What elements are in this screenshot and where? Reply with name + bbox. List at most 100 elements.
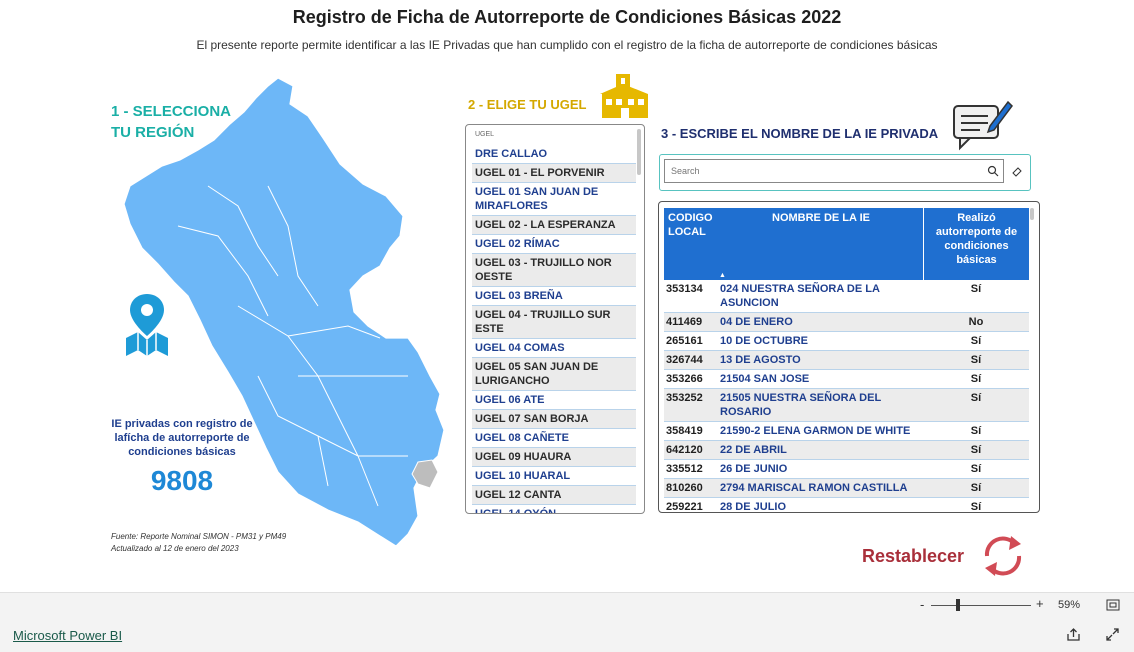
zoom-slider-track[interactable] xyxy=(931,605,1031,606)
slicer-item[interactable]: UGEL 03 BREÑA xyxy=(472,287,636,306)
reset-icon[interactable] xyxy=(977,530,1029,582)
map-pin-icon xyxy=(126,294,168,356)
source-line: Fuente: Reporte Nominal SIMON - PM31 y P… xyxy=(111,532,287,541)
cell-name: 024 NUESTRA SEÑORA DE LA ASUNCION xyxy=(720,283,880,309)
cell-done: Sí xyxy=(970,444,982,456)
cell-done: Sí xyxy=(970,373,982,385)
table-row[interactable]: 326744 13 DE AGOSTO Sí xyxy=(664,351,1029,370)
table-row[interactable]: 642120 22 DE ABRIL Sí xyxy=(664,441,1029,460)
cell-code: 353252 xyxy=(666,392,703,404)
cell-code: 265161 xyxy=(666,335,703,347)
fit-to-page-icon[interactable] xyxy=(1106,599,1120,611)
sort-ascending-icon[interactable]: ▲ xyxy=(719,272,726,279)
table-row[interactable]: 358419 21590-2 ELENA GARMON DE WHITE Sí xyxy=(664,422,1029,441)
table-row[interactable]: 810260 2794 MARISCAL RAMON CASTILLA Sí xyxy=(664,479,1029,498)
column-header-name[interactable]: NOMBRE DE LA IE xyxy=(720,211,922,225)
cell-code: 642120 xyxy=(666,444,703,456)
cell-code: 326744 xyxy=(666,354,703,366)
slicer-header: UGEL xyxy=(475,131,495,138)
table-body: 353134 024 NUESTRA SEÑORA DE LA ASUNCION S… xyxy=(664,280,1029,513)
slicer-item[interactable]: UGEL 06 ATE xyxy=(472,391,636,410)
cell-name: 26 DE JUNIO xyxy=(720,463,788,475)
search-input[interactable] xyxy=(664,159,1004,183)
cell-done: Sí xyxy=(970,283,982,295)
slicer-scrollbar[interactable] xyxy=(637,129,641,175)
slicer-item[interactable]: UGEL 04 - TRUJILLO SUR ESTE xyxy=(472,306,636,339)
slicer-item[interactable]: UGEL 01 SAN JUAN DE MIRAFLORES xyxy=(472,183,636,216)
writing-note-icon xyxy=(953,100,1013,151)
cell-name: 28 DE JULIO xyxy=(720,501,787,513)
step3-heading: 3 - ESCRIBE EL NOMBRE DE LA IE PRIVADA xyxy=(661,126,939,141)
cell-code: 411469 xyxy=(666,316,703,328)
fullscreen-icon[interactable] xyxy=(1105,627,1120,642)
cell-done: No xyxy=(968,316,984,328)
table-row[interactable]: 353252 21505 NUESTRA SEÑORA DEL ROSARIO Sí xyxy=(664,389,1029,422)
cell-code: 353266 xyxy=(666,373,703,385)
table-row[interactable]: 335512 26 DE JUNIO Sí xyxy=(664,460,1029,479)
cell-name: 2794 MARISCAL RAMON CASTILLA xyxy=(720,482,908,494)
school-icon xyxy=(600,74,648,118)
report-canvas: Registro de Ficha de Autorreporte de Con… xyxy=(0,0,1134,652)
cell-done: Sí xyxy=(970,463,982,475)
column-header-code[interactable]: CODIGO LOCAL xyxy=(668,211,718,239)
slicer-item[interactable]: UGEL 10 HUARAL xyxy=(472,467,636,486)
step1-line2: TU REGIÓN xyxy=(111,124,195,141)
cell-name: 13 DE AGOSTO xyxy=(720,354,801,366)
stat-label: IE privadas con registro de lafícha de a… xyxy=(111,418,253,458)
table-scrollbar[interactable] xyxy=(1030,208,1034,220)
slicer-item[interactable]: DRE CALLAO xyxy=(472,145,636,164)
eraser-icon[interactable] xyxy=(1011,165,1023,177)
cell-name: 22 DE ABRIL xyxy=(720,444,787,456)
slicer-item[interactable]: UGEL 03 - TRUJILLO NOR OESTE xyxy=(472,254,636,287)
cell-done: Sí xyxy=(970,501,982,513)
stat-value: 9808 xyxy=(150,465,214,496)
column-header-done[interactable]: Realizó autorreporte de condiciones bási… xyxy=(923,208,1029,280)
source-note: Fuente: Reporte Nominal SIMON - PM31 y P… xyxy=(111,531,286,555)
slicer-item[interactable]: UGEL 12 CANTA xyxy=(472,486,636,505)
slicer-item[interactable]: UGEL 14 OYÓN xyxy=(472,505,636,513)
slicer-item[interactable]: UGEL 07 SAN BORJA xyxy=(472,410,636,429)
slicer-item[interactable]: UGEL 08 CAÑETE xyxy=(472,429,636,448)
table-row[interactable]: 353134 024 NUESTRA SEÑORA DE LA ASUNCION S… xyxy=(664,280,1029,313)
slicer-item[interactable]: UGEL 09 HUAURA xyxy=(472,448,636,467)
reset-button[interactable]: Restablecer xyxy=(862,546,964,567)
report-subtitle: El presente reporte permite identificar … xyxy=(196,38,938,52)
cell-code: 353134 xyxy=(666,283,703,295)
cell-code: 259221 xyxy=(666,501,703,513)
cell-name: 21505 NUESTRA SEÑORA DEL ROSARIO xyxy=(720,392,881,418)
cell-done: Sí xyxy=(970,482,982,494)
zoom-out-button[interactable]: - xyxy=(920,597,924,612)
cell-code: 358419 xyxy=(666,425,703,437)
updated-line: Actualizado al 12 de enero del 2023 xyxy=(111,544,239,553)
slicer-list: DRE CALLAO UGEL 01 - EL PORVENIR UGEL 01 S… xyxy=(472,145,636,513)
ugel-slicer[interactable]: UGEL DRE CALLAO UGEL 01 - EL PORVENIR UGEL… xyxy=(465,124,645,514)
cell-code: 335512 xyxy=(666,463,703,475)
footer-bar: Microsoft Power BI xyxy=(0,618,1134,652)
step1-heading: 1 - SELECCIONA TU REGIÓN xyxy=(111,101,231,143)
cell-done: Sí xyxy=(970,335,982,347)
slicer-item[interactable]: UGEL 02 RÍMAC xyxy=(472,235,636,254)
slicer-item[interactable]: UGEL 04 COMAS xyxy=(472,339,636,358)
search-container xyxy=(659,154,1031,191)
cell-done: Sí xyxy=(970,392,982,404)
zoom-slider-thumb[interactable] xyxy=(956,599,960,611)
slicer-item[interactable]: UGEL 05 SAN JUAN DE LURIGANCHO xyxy=(472,358,636,391)
powerbi-link[interactable]: Microsoft Power BI xyxy=(13,628,122,643)
schools-table: CODIGO LOCAL NOMBRE DE LA IE Realizó aut… xyxy=(658,201,1040,513)
report-title: Registro de Ficha de Autorreporte de Con… xyxy=(292,7,842,27)
slicer-item[interactable]: UGEL 01 - EL PORVENIR xyxy=(472,164,636,183)
cell-name: 10 DE OCTUBRE xyxy=(720,335,809,347)
table-row[interactable]: 353266 21504 SAN JOSE Sí xyxy=(664,370,1029,389)
cell-code: 810260 xyxy=(666,482,703,494)
table-row[interactable]: 411469 04 DE ENERO No xyxy=(664,313,1029,332)
cell-done: Sí xyxy=(970,354,982,366)
cell-name: 21590-2 ELENA GARMON DE WHITE xyxy=(720,425,911,437)
share-icon[interactable] xyxy=(1066,627,1081,642)
search-icon[interactable] xyxy=(987,165,999,177)
step2-heading: 2 - ELIGE TU UGEL xyxy=(468,97,587,112)
table-row[interactable]: 259221 28 DE JULIO Sí xyxy=(664,498,1029,513)
table-header: CODIGO LOCAL NOMBRE DE LA IE Realizó aut… xyxy=(664,208,1029,280)
zoom-in-button[interactable]: + xyxy=(1036,596,1044,611)
table-row[interactable]: 265161 10 DE OCTUBRE Sí xyxy=(664,332,1029,351)
slicer-item[interactable]: UGEL 02 - LA ESPERANZA xyxy=(472,216,636,235)
